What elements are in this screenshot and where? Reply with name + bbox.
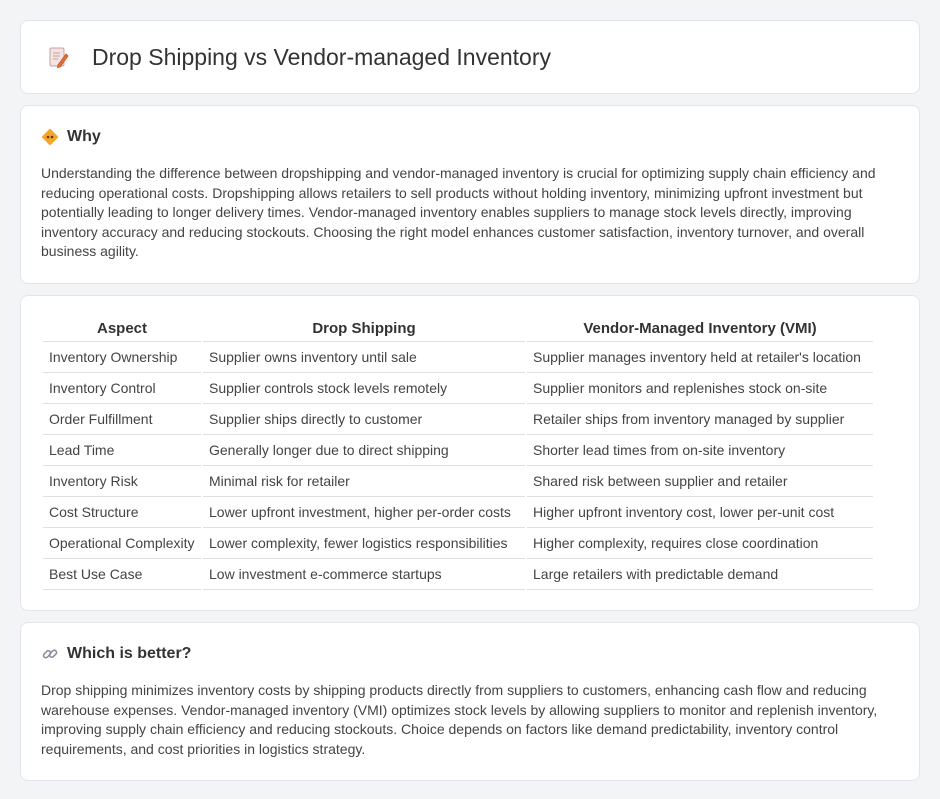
cell-drop-shipping: Supplier ships directly to customer bbox=[203, 404, 525, 435]
header-drop-shipping: Drop Shipping bbox=[203, 318, 525, 342]
header-aspect: Aspect bbox=[43, 318, 201, 342]
cell-drop-shipping: Minimal risk for retailer bbox=[203, 466, 525, 497]
cell-drop-shipping: Generally longer due to direct shipping bbox=[203, 435, 525, 466]
cell-aspect: Inventory Control bbox=[43, 373, 201, 404]
cell-aspect: Best Use Case bbox=[43, 559, 201, 590]
table-row: Lead Time Generally longer due to direct… bbox=[43, 435, 873, 466]
cell-drop-shipping: Lower upfront investment, higher per-ord… bbox=[203, 497, 525, 528]
cell-vmi: Higher upfront inventory cost, lower per… bbox=[527, 497, 873, 528]
table-row: Inventory Risk Minimal risk for retailer… bbox=[43, 466, 873, 497]
cell-vmi: Shorter lead times from on-site inventor… bbox=[527, 435, 873, 466]
cell-vmi: Higher complexity, requires close coordi… bbox=[527, 528, 873, 559]
cell-aspect: Lead Time bbox=[43, 435, 201, 466]
cell-aspect: Order Fulfillment bbox=[43, 404, 201, 435]
why-text: Understanding the difference between dro… bbox=[41, 165, 876, 259]
comparison-table: Aspect Drop Shipping Vendor-Managed Inve… bbox=[41, 318, 875, 590]
cell-drop-shipping: Supplier owns inventory until sale bbox=[203, 342, 525, 373]
table-row: Operational Complexity Lower complexity,… bbox=[43, 528, 873, 559]
header-vmi: Vendor-Managed Inventory (VMI) bbox=[527, 318, 873, 342]
memo-pencil-icon bbox=[46, 45, 70, 69]
cell-drop-shipping: Supplier controls stock levels remotely bbox=[203, 373, 525, 404]
cell-aspect: Inventory Ownership bbox=[43, 342, 201, 373]
cell-vmi: Supplier manages inventory held at retai… bbox=[527, 342, 873, 373]
table-row: Order Fulfillment Supplier ships directl… bbox=[43, 404, 873, 435]
cell-aspect: Operational Complexity bbox=[43, 528, 201, 559]
which-better-title: Which is better? bbox=[67, 645, 192, 662]
cell-aspect: Inventory Risk bbox=[43, 466, 201, 497]
cell-vmi: Retailer ships from inventory managed by… bbox=[527, 404, 873, 435]
table-row: Inventory Ownership Supplier owns invent… bbox=[43, 342, 873, 373]
link-icon bbox=[41, 645, 59, 663]
cell-vmi: Shared risk between supplier and retaile… bbox=[527, 466, 873, 497]
cell-vmi: Supplier monitors and replenishes stock … bbox=[527, 373, 873, 404]
page-title: Drop Shipping vs Vendor-managed Inventor… bbox=[92, 43, 552, 70]
cell-drop-shipping: Lower complexity, fewer logistics respon… bbox=[203, 528, 525, 559]
cell-drop-shipping: Low investment e-commerce startups bbox=[203, 559, 525, 590]
comparison-table-card: Aspect Drop Shipping Vendor-Managed Inve… bbox=[20, 295, 920, 611]
table-row: Inventory Control Supplier controls stoc… bbox=[43, 373, 873, 404]
cell-vmi: Large retailers with predictable demand bbox=[527, 559, 873, 590]
which-better-text: Drop shipping minimizes inventory costs … bbox=[41, 682, 878, 757]
table-row: Cost Structure Lower upfront investment,… bbox=[43, 497, 873, 528]
cell-aspect: Cost Structure bbox=[43, 497, 201, 528]
diamond-sign-icon bbox=[41, 128, 59, 146]
why-title: Why bbox=[67, 128, 101, 145]
table-row: Best Use Case Low investment e-commerce … bbox=[43, 559, 873, 590]
header-card: Drop Shipping vs Vendor-managed Inventor… bbox=[20, 20, 920, 94]
which-better-section: Which is better? Drop shipping minimizes… bbox=[20, 622, 920, 781]
why-section: Why Understanding the difference between… bbox=[20, 105, 920, 284]
table-header-row: Aspect Drop Shipping Vendor-Managed Inve… bbox=[43, 318, 873, 342]
